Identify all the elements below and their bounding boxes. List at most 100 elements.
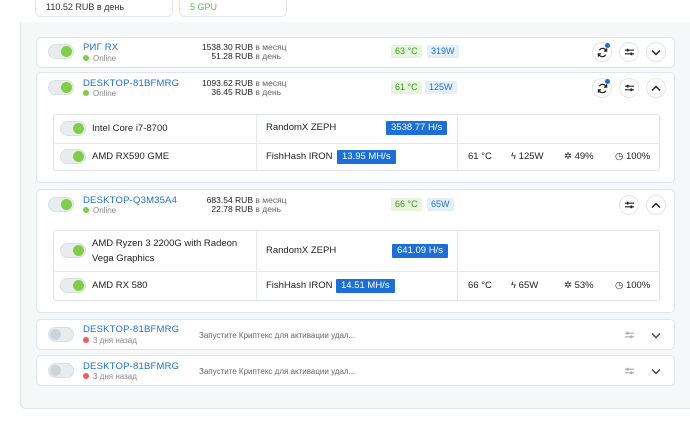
settings-button[interactable] <box>619 78 639 98</box>
rig-toggle[interactable] <box>48 44 74 59</box>
algorithm-label: RandomX ZEPH <box>266 245 337 256</box>
settings-button[interactable] <box>619 195 639 215</box>
rig-header[interactable]: DESKTOP-Q3M35A4 Online 683.54 RUB в меся… <box>37 190 674 224</box>
rig-toggle[interactable] <box>48 197 74 212</box>
rig-name-link[interactable]: DESKTOP-81BFMRG <box>83 78 179 89</box>
bolt-icon: ϟ <box>511 280 517 291</box>
activation-message: Запустите Криптекс для активации удал... <box>199 331 356 340</box>
rig-status: Online <box>83 89 116 98</box>
rig-toggle[interactable] <box>48 80 74 95</box>
daily-earnings: 22.78 RUB <box>211 204 253 214</box>
hashrate-badge: 14.51 MH/s <box>336 279 395 293</box>
column-divider <box>256 272 257 300</box>
toggle-knob <box>73 245 84 256</box>
rig-name-link[interactable]: DESKTOP-81BFMRG <box>83 361 179 372</box>
rig-toggle[interactable] <box>48 363 74 378</box>
power-badge: 319W <box>427 45 459 58</box>
device-power: ϟ 65W <box>511 280 539 291</box>
daily-earnings: 36.45 RUB <box>211 87 253 97</box>
expand-button[interactable] <box>646 42 666 62</box>
device-toggle[interactable] <box>60 149 86 164</box>
rig-name-link[interactable]: DESKTOP-81BFMRG <box>83 324 179 335</box>
device-table: AMD Ryzen 3 2200G with Radeon Vega Graph… <box>53 230 660 301</box>
power-badge: 65W <box>427 198 454 211</box>
bolt-icon: ϟ <box>511 151 517 162</box>
notification-dot <box>605 79 610 84</box>
chevron-up-icon <box>651 84 661 91</box>
temperature-badge: 61 °C <box>391 81 422 94</box>
rig-status: Online <box>83 206 116 215</box>
settings-button[interactable] <box>619 325 639 345</box>
device-power: ϟ 125W <box>511 151 544 162</box>
online-dot <box>83 55 89 61</box>
rig-header[interactable]: DESKTOP-81BFMRG 3 дня назад Запустите Кр… <box>37 320 674 354</box>
toggle-knob <box>73 151 84 162</box>
device-temperature: 61 °C <box>468 151 492 162</box>
rig-earnings: 1093.62 RUB в месяц 36.45 RUB в день <box>187 79 327 97</box>
refresh-icon <box>597 47 607 57</box>
column-divider <box>457 144 458 170</box>
toggle-knob <box>61 199 72 210</box>
sliders-icon <box>624 201 634 209</box>
online-dot <box>83 207 89 213</box>
fan-icon: ✲ <box>564 280 572 291</box>
chevron-down-icon <box>651 332 661 338</box>
device-load: ◷ 100% <box>615 280 651 291</box>
rig-header[interactable]: РИГ RX Online 1538.30 RUB в месяц 51.28 … <box>37 38 674 72</box>
device-row: AMD RX 580 FishHash IRON 14.51 MH/s 66 °… <box>54 271 659 300</box>
sliders-icon <box>624 367 634 375</box>
column-divider <box>256 115 257 143</box>
online-dot <box>83 90 89 96</box>
refresh-icon <box>597 83 607 93</box>
power-badge: 125W <box>425 81 457 94</box>
offline-dot <box>83 337 89 343</box>
restart-button[interactable] <box>592 78 612 98</box>
rig-status: 3 дня назад <box>83 372 137 381</box>
gpu-count-card: 5 GPU <box>179 0 287 17</box>
rig-earnings: 683.54 RUB в месяц 22.78 RUB в день <box>187 196 327 214</box>
algorithm-label: RandomX ZEPH <box>266 122 337 133</box>
collapse-button[interactable] <box>646 78 666 98</box>
activation-message: Запустите Криптекс для активации удал... <box>199 367 356 376</box>
device-fan: ✲ 53% <box>564 280 594 291</box>
rig-card: DESKTOP-81BFMRG Online 1093.62 RUB в мес… <box>36 72 675 183</box>
chevron-up-icon <box>651 201 661 208</box>
rig-toggle[interactable] <box>48 327 74 342</box>
gpu-count-value: 5 GPU <box>190 2 218 12</box>
device-row: AMD RX590 GME FishHash IRON 13.95 MH/s 6… <box>54 143 659 170</box>
sliders-icon <box>624 84 634 92</box>
settings-button[interactable] <box>619 42 639 62</box>
collapse-button[interactable] <box>646 195 666 215</box>
rig-card: DESKTOP-81BFMRG 3 дня назад Запустите Кр… <box>36 319 675 350</box>
column-divider <box>457 115 458 143</box>
algorithm-label: FishHash IRON <box>266 280 333 291</box>
temperature-badge: 63 °C <box>391 45 422 58</box>
expand-button[interactable] <box>646 325 666 345</box>
algorithm-label: FishHash IRON <box>266 151 333 162</box>
device-name: AMD Ryzen 3 2200G with Radeon Vega Graph… <box>92 238 238 264</box>
rig-status: 3 дня назад <box>83 336 137 345</box>
rig-name-link[interactable]: DESKTOP-Q3M35A4 <box>83 195 177 206</box>
settings-button[interactable] <box>619 361 639 381</box>
rig-status: Online <box>83 54 116 63</box>
rig-header[interactable]: DESKTOP-81BFMRG 3 дня назад Запустите Кр… <box>37 356 674 390</box>
hashrate-badge: 3538.77 H/s <box>386 121 448 135</box>
restart-button[interactable] <box>592 42 612 62</box>
toggle-knob <box>73 280 84 291</box>
temperature-badge: 66 °C <box>391 198 422 211</box>
sliders-icon <box>624 48 634 56</box>
rig-name-link[interactable]: РИГ RX <box>83 42 118 53</box>
device-toggle[interactable] <box>60 243 86 258</box>
device-toggle[interactable] <box>60 121 86 136</box>
device-temperature: 66 °C <box>468 280 492 291</box>
device-name: AMD RX 580 <box>92 280 148 291</box>
chevron-down-icon <box>651 368 661 374</box>
toggle-knob <box>61 82 72 93</box>
daily-earnings-card: 110.52 RUB в день <box>35 0 173 17</box>
expand-button[interactable] <box>646 361 666 381</box>
rig-header[interactable]: DESKTOP-81BFMRG Online 1093.62 RUB в мес… <box>37 73 674 107</box>
device-row: Intel Core i7-8700 RandomX ZEPH 3538.77 … <box>54 115 659 143</box>
column-divider <box>256 144 257 170</box>
device-fan: ✲ 49% <box>564 151 594 162</box>
device-toggle[interactable] <box>60 278 86 293</box>
